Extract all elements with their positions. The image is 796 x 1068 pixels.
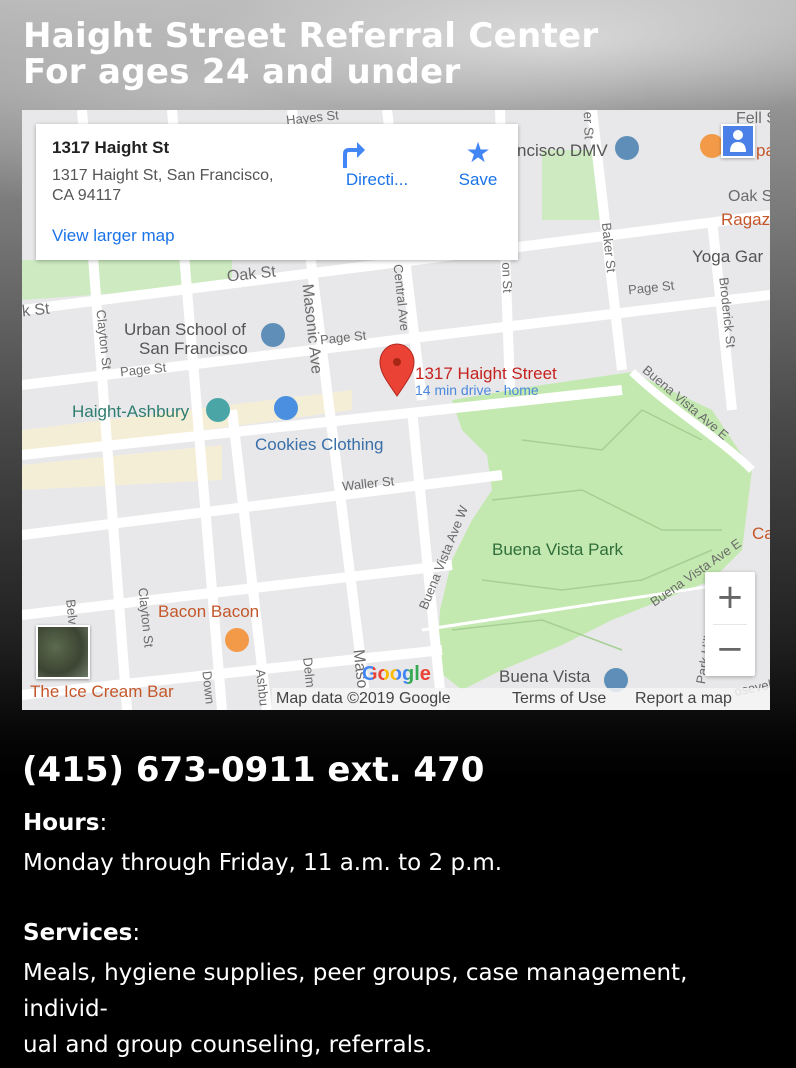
services-heading: Services: xyxy=(23,920,141,946)
save-label: Save xyxy=(458,170,498,189)
zoom-in-button[interactable]: + xyxy=(705,572,755,624)
embedded-map[interactable]: Hayes St Oak St k St Page St Page St Pag… xyxy=(22,110,770,710)
poi-yoga[interactable]: Yoga Gar xyxy=(692,247,763,267)
services-line-1: Meals, hygiene supplies, peer groups, ca… xyxy=(23,960,688,1022)
address-line-2: CA 94117 xyxy=(52,187,122,204)
street-oak-right: Oak S xyxy=(728,188,770,205)
poi-bacon-bacon[interactable]: Bacon Bacon xyxy=(158,602,259,622)
poi-cookies-clothing[interactable]: Cookies Clothing xyxy=(255,435,384,455)
poi-urban-school-1[interactable]: Urban School of xyxy=(124,320,246,340)
street-er: er St xyxy=(580,111,597,140)
directions-button[interactable]: Directi... xyxy=(337,136,417,190)
poi-pa[interactable]: pa xyxy=(756,141,770,161)
map-marker-icon[interactable] xyxy=(378,350,416,406)
poi-haight-ashbury[interactable]: Haight-Ashbury xyxy=(72,402,189,422)
marker-sublabel: 14 min drive - home xyxy=(415,382,539,398)
star-icon: ★ xyxy=(465,137,491,168)
google-logo-text: Google xyxy=(362,663,431,685)
street-view-pegman-icon[interactable] xyxy=(721,124,755,158)
terms-of-use-link[interactable]: Terms of Use xyxy=(512,688,606,710)
services-line-2: ual and group counseling, referrals. xyxy=(23,1032,433,1058)
place-info-card: 1317 Haight St 1317 Haight St, San Franc… xyxy=(36,124,518,260)
hours-label: Hours xyxy=(23,810,100,836)
report-map-error-link[interactable]: Report a map error xyxy=(635,688,770,710)
poi-ragaz[interactable]: Ragaz xyxy=(721,210,770,230)
poi-buena-vista[interactable]: Buena Vista xyxy=(499,667,590,687)
view-larger-map-link[interactable]: View larger map xyxy=(52,226,175,246)
poi-ice-cream-bar[interactable]: The Ice Cream Bar xyxy=(30,682,174,702)
map-data-text: Map data ©2019 Google xyxy=(276,690,451,707)
address-line-1: 1317 Haight St, San Francisco, xyxy=(52,167,274,184)
marker-label[interactable]: 1317 Haight Street xyxy=(415,364,557,384)
street-k: k St xyxy=(22,300,51,321)
street-delm: Delm xyxy=(300,656,319,689)
page-title: Haight Street Referral Center For ages 2… xyxy=(23,18,598,90)
hours-text: Monday through Friday, 11 a.m. to 2 p.m. xyxy=(23,850,503,876)
google-logo: Google xyxy=(362,663,431,686)
services-text: Meals, hygiene supplies, peer groups, ca… xyxy=(23,955,763,1063)
directions-label: Directi... xyxy=(345,170,409,189)
map-attribution-bar: Map data ©2019 Google Terms of Use Repor… xyxy=(272,688,770,710)
zoom-out-button[interactable]: − xyxy=(705,624,755,676)
poi-ca[interactable]: Ca xyxy=(752,524,770,544)
title-line-2: For ages 24 and under xyxy=(23,52,461,92)
place-name: 1317 Haight St xyxy=(52,138,170,157)
phone-number[interactable]: (415) 673-0911 ext. 470 xyxy=(22,750,484,790)
street-lyon: on St xyxy=(499,262,516,293)
save-button[interactable]: ★ Save xyxy=(458,136,498,190)
zoom-control: + − xyxy=(705,572,755,676)
place-address: 1317 Haight St, San Francisco, CA 94117 xyxy=(52,166,312,206)
poi-dmv[interactable]: ncisco DMV xyxy=(517,141,608,161)
satellite-toggle-thumbnail[interactable] xyxy=(36,625,90,679)
poi-buena-vista-park[interactable]: Buena Vista Park xyxy=(492,540,623,560)
poi-urban-school-2[interactable]: San Francisco xyxy=(139,339,248,359)
hours-heading: Hours: xyxy=(23,810,108,836)
services-label: Services xyxy=(23,920,133,946)
title-line-1: Haight Street Referral Center xyxy=(23,16,599,56)
directions-icon xyxy=(337,136,417,170)
